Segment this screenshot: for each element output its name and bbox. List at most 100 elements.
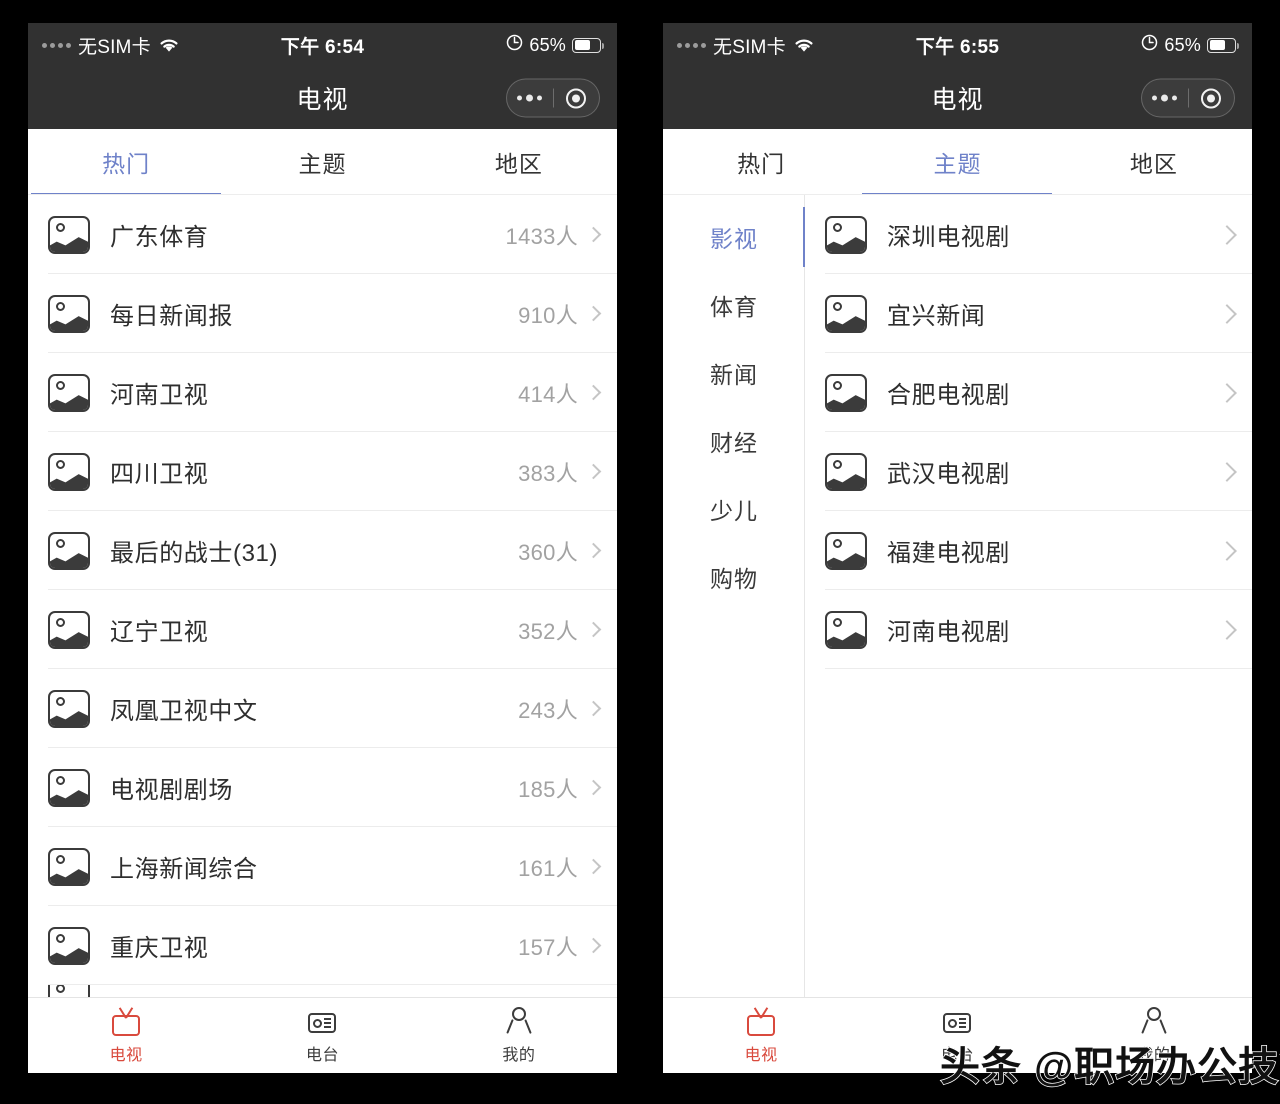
table-row[interactable]: 电视剧剧场 185人 bbox=[28, 748, 617, 827]
tabbar-item-tv[interactable]: 电视 bbox=[663, 1006, 859, 1065]
image-placeholder-icon bbox=[48, 215, 90, 254]
viewer-count: 161人 bbox=[518, 855, 578, 881]
channel-name: 广东体育 bbox=[110, 224, 209, 251]
carrier-label: 无SIM卡 bbox=[78, 36, 151, 58]
table-row[interactable]: 深圳电视剧 bbox=[805, 195, 1252, 274]
tab-theme[interactable]: 主题 bbox=[224, 129, 420, 195]
left-navbar: 电视 bbox=[28, 67, 617, 129]
image-placeholder-icon bbox=[825, 452, 867, 491]
miniprogram-capsule[interactable] bbox=[1141, 78, 1235, 118]
viewer-count: 243人 bbox=[518, 697, 578, 723]
miniprogram-capsule[interactable] bbox=[506, 78, 600, 118]
table-row-partial[interactable] bbox=[28, 985, 617, 997]
sidebar-item-sports[interactable]: 体育 bbox=[663, 271, 805, 339]
chevron-right-icon bbox=[1217, 224, 1237, 245]
target-circle-icon[interactable] bbox=[554, 88, 600, 108]
image-placeholder-icon bbox=[48, 610, 90, 649]
chevron-right-icon bbox=[585, 384, 602, 401]
chevron-right-icon bbox=[1217, 619, 1237, 640]
sidebar-item-shopping[interactable]: 购物 bbox=[663, 543, 805, 611]
image-placeholder-icon bbox=[825, 373, 867, 412]
table-row[interactable]: 宜兴新闻 bbox=[805, 274, 1252, 353]
table-row[interactable]: 辽宁卫视 352人 bbox=[28, 590, 617, 669]
tabbar-item-radio[interactable]: 电台 bbox=[224, 1006, 420, 1065]
row-trailing: 157人 bbox=[518, 930, 603, 962]
chevron-right-icon bbox=[585, 700, 602, 717]
signal-dots-icon bbox=[42, 42, 71, 48]
sidebar-item-film[interactable]: 影视 bbox=[663, 203, 805, 271]
table-row[interactable]: 河南卫视 414人 bbox=[28, 353, 617, 432]
more-dots-icon[interactable] bbox=[507, 94, 553, 102]
right-status-bar: 无SIM卡 下午 6:55 65% bbox=[663, 23, 1252, 67]
image-placeholder-icon bbox=[48, 926, 90, 965]
battery-percent: 65% bbox=[529, 34, 566, 55]
table-row[interactable]: 广东体育 1433人 bbox=[28, 195, 617, 274]
sidebar-item-kids[interactable]: 少儿 bbox=[663, 475, 805, 543]
chevron-right-icon bbox=[585, 858, 602, 875]
chevron-right-icon bbox=[1217, 382, 1237, 403]
row-trailing bbox=[1212, 619, 1238, 640]
chevron-right-icon bbox=[585, 621, 602, 638]
image-placeholder-icon bbox=[48, 847, 90, 886]
table-row[interactable]: 每日新闻报 910人 bbox=[28, 274, 617, 353]
more-dots-icon[interactable] bbox=[1142, 94, 1188, 102]
chevron-right-icon bbox=[585, 226, 602, 243]
sidebar-item-finance[interactable]: 财经 bbox=[663, 407, 805, 475]
tab-region[interactable]: 地区 bbox=[421, 129, 617, 195]
tab-hot[interactable]: 热门 bbox=[663, 129, 859, 195]
tabbar-item-tv[interactable]: 电视 bbox=[28, 1006, 224, 1065]
target-circle-icon[interactable] bbox=[1189, 88, 1235, 108]
left-tab-strip: 热门 主题 地区 bbox=[28, 129, 617, 195]
location-services-icon bbox=[1141, 34, 1158, 56]
image-placeholder-icon bbox=[48, 373, 90, 412]
chevron-right-icon bbox=[585, 305, 602, 322]
viewer-count: 383人 bbox=[518, 460, 578, 486]
category-sidebar[interactable]: 影视 体育 新闻 财经 少儿 购物 bbox=[663, 195, 805, 997]
left-phone-screen: 无SIM卡 下午 6:54 65% 电视 热门 主题 地区 广东体育 1433人… bbox=[28, 23, 617, 1073]
table-row[interactable]: 重庆卫视 157人 bbox=[28, 906, 617, 985]
tab-hot[interactable]: 热门 bbox=[28, 129, 224, 195]
image-placeholder-icon bbox=[825, 215, 867, 254]
table-row[interactable]: 河南电视剧 bbox=[805, 590, 1252, 669]
channel-name: 电视剧剧场 bbox=[110, 777, 233, 804]
channel-name: 四川卫视 bbox=[110, 461, 209, 488]
tab-theme[interactable]: 主题 bbox=[859, 129, 1055, 195]
image-placeholder-icon bbox=[48, 531, 90, 570]
chevron-right-icon bbox=[1217, 303, 1237, 324]
left-content-area: 广东体育 1433人 每日新闻报 910人 河南卫视 414人 四川卫视 383… bbox=[28, 195, 617, 997]
viewer-count: 1433人 bbox=[505, 223, 578, 249]
tv-icon bbox=[745, 1006, 777, 1036]
table-row[interactable]: 四川卫视 383人 bbox=[28, 432, 617, 511]
table-row[interactable]: 凤凰卫视中文 243人 bbox=[28, 669, 617, 748]
table-row[interactable]: 福建电视剧 bbox=[805, 511, 1252, 590]
right-channel-list[interactable]: 深圳电视剧 宜兴新闻 合肥电视剧 武汉电视剧 福建电视剧 河南电视剧 bbox=[805, 195, 1252, 997]
row-trailing: 414人 bbox=[518, 377, 603, 409]
row-trailing: 243人 bbox=[518, 693, 603, 725]
viewer-count: 185人 bbox=[518, 776, 578, 802]
channel-name: 合肥电视剧 bbox=[887, 382, 1010, 409]
sidebar-item-news[interactable]: 新闻 bbox=[663, 339, 805, 407]
table-row[interactable]: 合肥电视剧 bbox=[805, 353, 1252, 432]
table-row[interactable]: 最后的战士(31) 360人 bbox=[28, 511, 617, 590]
signal-dots-icon bbox=[677, 42, 706, 48]
channel-name: 最后的战士(31) bbox=[110, 540, 279, 567]
tabbar-item-mine[interactable]: 我的 bbox=[421, 1006, 617, 1065]
image-placeholder-icon bbox=[48, 294, 90, 333]
right-tab-strip: 热门 主题 地区 bbox=[663, 129, 1252, 195]
table-row[interactable]: 上海新闻综合 161人 bbox=[28, 827, 617, 906]
right-navbar: 电视 bbox=[663, 67, 1252, 129]
right-content-area: 影视 体育 新闻 财经 少儿 购物 深圳电视剧 宜兴新闻 合肥电视剧 武汉电视剧… bbox=[663, 195, 1252, 997]
status-left-group: 无SIM卡 bbox=[677, 32, 815, 59]
channel-name: 河南电视剧 bbox=[887, 619, 1010, 646]
table-row[interactable]: 武汉电视剧 bbox=[805, 432, 1252, 511]
tab-region[interactable]: 地区 bbox=[1056, 129, 1252, 195]
chevron-right-icon bbox=[1217, 540, 1237, 561]
tabbar-label: 电视 bbox=[109, 1047, 143, 1064]
left-channel-list[interactable]: 广东体育 1433人 每日新闻报 910人 河南卫视 414人 四川卫视 383… bbox=[28, 195, 617, 997]
channel-name: 凤凰卫视中文 bbox=[110, 698, 258, 725]
right-phone-screen: 无SIM卡 下午 6:55 65% 电视 热门 主题 地区 影视 体育 新闻 财… bbox=[663, 23, 1252, 1073]
channel-name: 上海新闻综合 bbox=[110, 856, 258, 883]
viewer-count: 910人 bbox=[518, 302, 578, 328]
channel-name: 福建电视剧 bbox=[887, 540, 1010, 567]
radio-icon bbox=[306, 1006, 338, 1036]
